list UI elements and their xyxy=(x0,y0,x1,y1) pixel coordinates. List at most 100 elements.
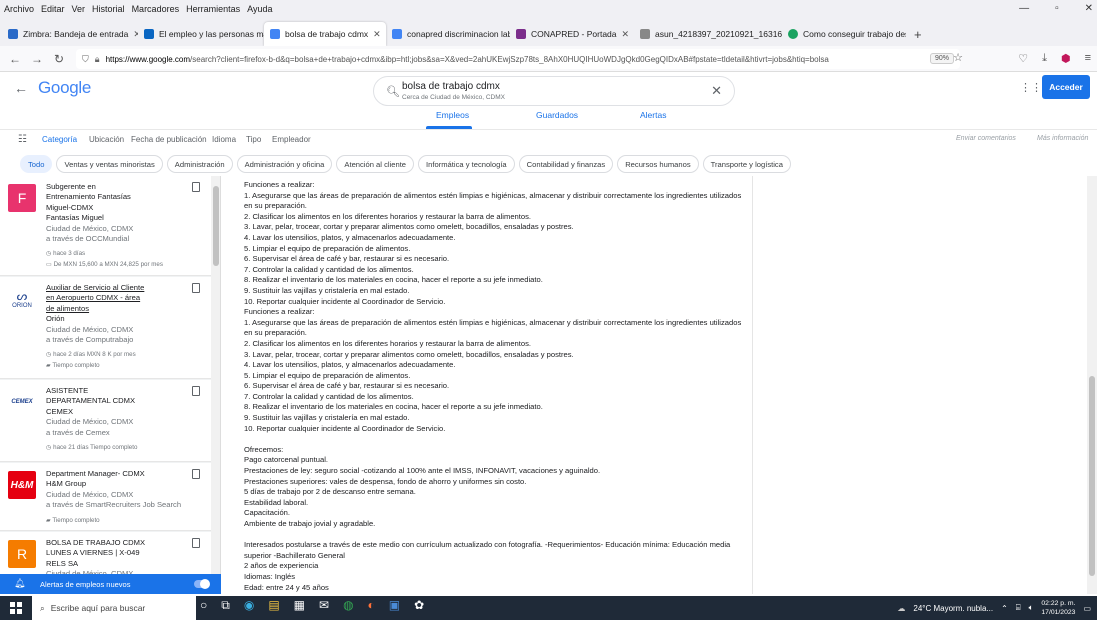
close-tab-icon[interactable]: ✕ xyxy=(373,29,381,40)
browser-tab[interactable]: asun_4218397_20210921_1631639515✕ xyxy=(634,22,782,46)
company-logo: R xyxy=(8,540,36,568)
description-line: 5. Limpiar el equipo de preparación de a… xyxy=(244,243,411,253)
browser-tab[interactable]: conapred discriminacion labor✕ xyxy=(386,22,510,46)
scrollbar-thumb[interactable] xyxy=(213,186,219,266)
job-list-scrollbar[interactable] xyxy=(211,176,220,594)
clear-search-icon[interactable]: ✕ xyxy=(711,83,722,99)
filter-ubicacion[interactable]: Ubicación xyxy=(89,135,124,144)
minimize-icon[interactable]: — xyxy=(1019,3,1029,14)
job-card[interactable]: H&M Department Manager- CDMX H&M Group C… xyxy=(0,463,211,531)
company-name: Orión xyxy=(46,314,65,324)
bookmark-star-icon[interactable]: ☆ xyxy=(953,51,963,64)
bookmark-icon[interactable] xyxy=(192,283,200,293)
chip[interactable]: Informática y tecnología xyxy=(418,155,515,173)
notifications-icon[interactable]: ▭ xyxy=(1083,604,1091,613)
mail-icon[interactable]: ✉ xyxy=(319,598,329,613)
scrollbar-thumb[interactable] xyxy=(1089,376,1095,576)
menu-historial[interactable]: Historial xyxy=(92,4,125,14)
forward-arrow-icon[interactable]: → xyxy=(26,52,48,66)
alert-toggle[interactable] xyxy=(194,579,210,589)
app-icon[interactable]: ✿ xyxy=(414,598,424,613)
reload-icon[interactable]: ↻ xyxy=(48,52,70,66)
clock[interactable]: 02:22 p. m. 17/01/2023 xyxy=(1041,599,1075,617)
network-icon[interactable]: ⌸ xyxy=(1016,603,1021,613)
send-feedback-link[interactable]: Enviar comentarios xyxy=(956,135,1016,142)
browser-tab[interactable]: Zimbra: Bandeja de entrada ✕ xyxy=(2,22,138,46)
job-card[interactable]: ᔕ ORION Auxiliar de Servicio al Cliente e… xyxy=(0,277,211,379)
filter-empleador[interactable]: Empleador xyxy=(272,135,311,144)
taskbar-search[interactable]: ⌕ Escribe aquí para buscar xyxy=(32,596,196,620)
pocket-icon[interactable]: ♡ xyxy=(1018,52,1028,65)
menu-ver[interactable]: Ver xyxy=(72,4,86,14)
task-view-icon[interactable]: ⧉ xyxy=(221,598,230,613)
chip[interactable]: Ventas y ventas minoristas xyxy=(56,155,163,173)
filter-tipo[interactable]: Tipo xyxy=(246,135,261,144)
chip[interactable]: Administración y oficina xyxy=(236,155,333,173)
filter-fecha[interactable]: Fecha de publicación xyxy=(131,135,207,144)
chip-todo[interactable]: Todo xyxy=(20,155,53,173)
chip[interactable]: Recursos humanos xyxy=(617,155,699,173)
chip[interactable]: Atención al cliente xyxy=(336,155,415,173)
close-tab-icon[interactable]: ✕ xyxy=(622,29,630,40)
job-card[interactable]: CEMEX ASISTENTE DEPARTAMENTAL CDMX CEMEX… xyxy=(0,380,211,462)
edge-icon[interactable]: ◉ xyxy=(244,598,254,613)
bookmark-icon[interactable] xyxy=(192,538,200,548)
weather-text[interactable]: 24°C Mayorm. nubla... xyxy=(913,604,993,613)
maximize-icon[interactable]: ▫ xyxy=(1055,3,1059,14)
overflow-menu-icon[interactable]: ≡ xyxy=(1085,52,1091,65)
back-arrow-icon[interactable]: ← xyxy=(4,52,26,66)
search-box[interactable]: 🔍︎ bolsa de trabajo cdmx Cerca de Ciudad… xyxy=(373,76,735,106)
word-icon[interactable]: ▣ xyxy=(389,598,400,613)
bookmark-icon[interactable] xyxy=(192,386,200,396)
filter-idioma[interactable]: Idioma xyxy=(212,135,236,144)
tab-empleos[interactable]: Empleos xyxy=(436,110,469,120)
search-query[interactable]: bolsa de trabajo cdmx xyxy=(402,81,500,92)
filter-sliders-icon[interactable]: ☷ xyxy=(18,134,27,145)
menu-ayuda[interactable]: Ayuda xyxy=(247,4,272,14)
new-tab-icon[interactable]: + xyxy=(906,22,930,46)
files-icon[interactable]: ▤ xyxy=(268,598,279,613)
sign-in-button[interactable]: Acceder xyxy=(1042,75,1090,99)
salary-icon: ▭ xyxy=(46,261,54,269)
chip[interactable]: Transporte y logística xyxy=(702,155,791,173)
browser-tab[interactable]: CONAPRED - Portada ✕ xyxy=(510,22,634,46)
main-scrollbar[interactable] xyxy=(1087,176,1097,594)
close-window-icon[interactable]: ✕ xyxy=(1085,3,1093,14)
chip[interactable]: Contabilidad y finanzas xyxy=(518,155,614,173)
firefox-icon[interactable]: ◐ xyxy=(368,598,375,613)
job-card[interactable]: F Subgerente en Entrenamiento Fantasías … xyxy=(0,176,211,276)
tab-alertas[interactable]: Alertas xyxy=(640,110,666,120)
menu-archivo[interactable]: Archivo xyxy=(4,4,34,14)
store-icon[interactable]: ▦ xyxy=(294,598,305,613)
job-type: Tiempo completo xyxy=(52,516,100,524)
extension-icon[interactable]: ⬢ xyxy=(1061,52,1071,65)
tab-guardados[interactable]: Guardados xyxy=(536,110,578,120)
menu-marcadores[interactable]: Marcadores xyxy=(132,4,180,14)
address-bar[interactable]: ⛉ 🔒︎ https://www.google.com/search?clien… xyxy=(76,49,960,69)
back-arrow-icon[interactable]: ← xyxy=(14,80,28,96)
menu-editar[interactable]: Editar xyxy=(41,4,65,14)
job-title[interactable]: en Aeropuerto CDMX - área xyxy=(46,293,190,303)
volume-icon[interactable]: 🔈︎ xyxy=(1029,603,1034,613)
bookmark-icon[interactable] xyxy=(192,469,200,479)
chip[interactable]: Administración xyxy=(166,155,233,173)
more-info-link[interactable]: Más información xyxy=(1037,135,1088,142)
chrome-icon[interactable]: ◍ xyxy=(343,598,353,613)
browser-tab[interactable]: Como conseguir trabajo despu✕ xyxy=(782,22,906,46)
filter-categoria[interactable]: Categoría xyxy=(42,135,77,144)
windows-start-icon[interactable] xyxy=(10,602,22,614)
bookmark-icon[interactable] xyxy=(192,182,200,192)
tray-chevron-icon[interactable]: ⌃ xyxy=(1001,604,1008,613)
browser-tab[interactable]: El empleo y las personas mayor✕ xyxy=(138,22,264,46)
zoom-level[interactable]: 90% xyxy=(929,53,954,64)
windows-taskbar: ⌕ Escribe aquí para buscar ○ ⧉ ◉ ▤ ▦ ✉ ◍… xyxy=(0,596,1097,620)
cortana-icon[interactable]: ○ xyxy=(200,598,207,613)
job-title[interactable]: Auxiliar de Servicio al Cliente xyxy=(46,283,190,293)
browser-tab-active[interactable]: bolsa de trabajo cdmx ✕ xyxy=(264,22,386,46)
description-line: 5 días de trabajo por 2 de descanso entr… xyxy=(244,487,416,497)
download-icon[interactable]: ⤓ xyxy=(1042,52,1047,65)
job-title[interactable]: de alimentos xyxy=(46,304,190,314)
menu-herramientas[interactable]: Herramientas xyxy=(186,4,240,14)
google-logo[interactable]: Google xyxy=(38,78,91,98)
search-icon[interactable]: 🔍︎ xyxy=(386,85,400,98)
